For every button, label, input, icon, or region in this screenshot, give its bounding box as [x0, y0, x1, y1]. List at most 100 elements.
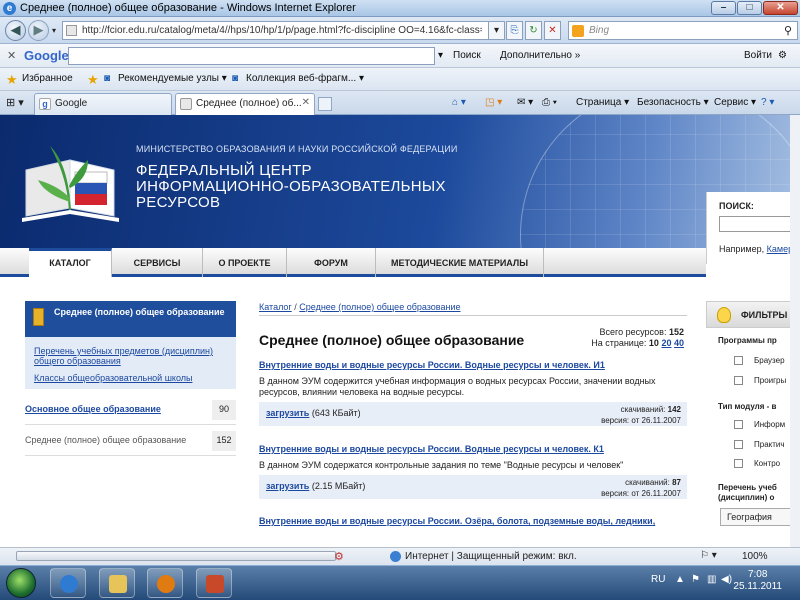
favorites-item-suggested[interactable]: Рекомендуемые узлы ▾: [118, 73, 227, 84]
school-classes-link[interactable]: Классы общеобразовательной школы: [34, 373, 192, 383]
add-favorites-icon[interactable]: ★: [87, 72, 99, 88]
page-title: Среднее (полное) общее образование: [259, 332, 525, 348]
site-search-input[interactable]: [719, 216, 800, 232]
download-link[interactable]: загрузить: [266, 408, 309, 418]
home-icon[interactable]: ⌂ ▾: [452, 97, 466, 108]
per-page-20[interactable]: 20: [661, 338, 671, 348]
favorites-item-webslice[interactable]: Коллекция веб-фрагм... ▾: [246, 73, 364, 84]
google-search-input[interactable]: [68, 47, 435, 65]
filter-subjects-label-2: (дисциплин) о: [718, 493, 775, 502]
stop-icon[interactable]: ✕: [544, 21, 561, 40]
breadcrumb-catalog[interactable]: Каталог: [259, 302, 292, 312]
minimize-button[interactable]: –: [711, 1, 736, 15]
result-description: В данном ЭУМ содержатся контрольные зада…: [259, 460, 624, 470]
clock[interactable]: 7:08 25.11.2011: [733, 569, 782, 593]
search-field[interactable]: Bing ⚲: [568, 21, 798, 40]
download-link[interactable]: загрузить: [266, 481, 309, 491]
site-search-panel: ПОИСК: Например, Камера: [706, 192, 800, 264]
page-viewport[interactable]: МИНИСТЕРСТВО ОБРАЗОВАНИЯ И НАУКИ РОССИЙС…: [0, 115, 800, 547]
subjects-list-link[interactable]: Перечень учебных предметов (дисциплин) о…: [34, 346, 229, 366]
filter-checkbox[interactable]: [734, 420, 743, 429]
menu-catalog[interactable]: КАТАЛОГ: [29, 248, 112, 277]
google-search-button[interactable]: Поиск: [453, 50, 481, 61]
breadcrumb-current[interactable]: Среднее (полное) общее образование: [299, 302, 460, 312]
horizontal-scrollbar[interactable]: [16, 551, 336, 561]
result-meta: скачиваний: 87 версия: от 26.11.2007: [601, 477, 681, 499]
help-icon[interactable]: ? ▾: [761, 97, 774, 108]
result-description: В данном ЭУМ содержится учебная информац…: [259, 376, 656, 397]
level-row-secondary[interactable]: Среднее (полное) общее образование 152: [25, 430, 236, 452]
tab-google[interactable]: g Google: [34, 93, 172, 115]
print-icon[interactable]: ⎙ ▾: [542, 97, 557, 108]
quick-tabs-icon[interactable]: ⊞ ▾: [6, 96, 24, 109]
start-button[interactable]: [6, 568, 36, 598]
taskbar-powerpoint-button[interactable]: [196, 568, 232, 598]
tab-current[interactable]: Среднее (полное) об... ✕: [175, 93, 315, 115]
filter-checkbox[interactable]: [734, 356, 743, 365]
result-title-link[interactable]: Внутренние воды и водные ресурсы России.…: [259, 516, 687, 526]
google-more-button[interactable]: Дополнительно »: [500, 50, 580, 61]
tools-menu[interactable]: Сервис ▾: [714, 97, 756, 108]
breadcrumb-separator: /: [294, 302, 297, 312]
favorites-star-icon[interactable]: ★: [6, 72, 18, 88]
language-indicator[interactable]: RU: [651, 574, 665, 585]
refresh-icon[interactable]: ↻: [525, 21, 542, 40]
vertical-scrollbar[interactable]: [790, 115, 800, 547]
security-report-icon[interactable]: ⚙: [334, 550, 344, 563]
downloads-label: скачиваний:: [625, 478, 670, 487]
menu-forum[interactable]: ФОРУМ: [287, 248, 376, 277]
feeds-icon[interactable]: ◳ ▾: [485, 97, 502, 108]
volume-icon[interactable]: ◀): [721, 574, 732, 585]
result-title-link[interactable]: Внутренние воды и водные ресурсы России.…: [259, 444, 687, 454]
page-menu[interactable]: Страница ▾: [576, 97, 629, 108]
new-tab-button[interactable]: [318, 97, 332, 111]
search-icon[interactable]: ⚲: [784, 24, 792, 37]
book-icon: [33, 308, 44, 326]
menu-methodical[interactable]: МЕТОДИЧЕСКИЕ МАТЕРИАЛЫ: [376, 248, 544, 277]
window-title-bar[interactable]: e Среднее (полное) общее образование - W…: [0, 0, 800, 17]
subject-select[interactable]: География: [720, 508, 798, 526]
level-name[interactable]: Основное общее образование: [25, 404, 161, 414]
compatibility-view-icon[interactable]: ⎘: [506, 21, 523, 40]
google-signin-button[interactable]: Войти: [744, 50, 772, 61]
close-window-button[interactable]: ✕: [763, 1, 798, 15]
taskbar-explorer-button[interactable]: [99, 568, 135, 598]
result-title-link[interactable]: Внутренние воды и водные ресурсы России.…: [259, 360, 687, 370]
close-toolbar-icon[interactable]: ✕: [7, 49, 16, 62]
address-field[interactable]: http://fcior.edu.ru/catalog/meta/4//hps/…: [62, 21, 503, 40]
tray-arrow-icon[interactable]: ▲: [675, 574, 685, 585]
protected-mode-icon[interactable]: ⚐ ▾: [700, 550, 717, 561]
filter-label: Браузер: [754, 356, 785, 365]
close-tab-icon[interactable]: ✕: [302, 97, 310, 108]
maximize-button[interactable]: □: [737, 1, 762, 15]
result-download-bar: загрузить (643 КБайт) скачиваний: 142 ве…: [259, 402, 687, 426]
zoom-level[interactable]: 100%: [742, 551, 768, 562]
back-button[interactable]: ◀: [5, 20, 26, 41]
action-center-icon[interactable]: ⚑: [691, 574, 700, 585]
history-dropdown-icon[interactable]: ▾: [52, 26, 56, 35]
window-title: Среднее (полное) общее образование - Win…: [20, 2, 356, 14]
network-icon[interactable]: ▥: [707, 574, 716, 585]
per-page-40[interactable]: 40: [674, 338, 684, 348]
safety-menu[interactable]: Безопасность ▾: [637, 97, 709, 108]
site-logo[interactable]: [22, 138, 119, 228]
clock-date: 25.11.2011: [733, 581, 782, 592]
filter-checkbox[interactable]: [734, 459, 743, 468]
level-row-basic[interactable]: Основное общее образование 90: [25, 399, 236, 421]
level-name: Среднее (полное) общее образование: [25, 435, 187, 445]
forward-button[interactable]: ▶: [28, 20, 49, 41]
taskbar-media-button[interactable]: [147, 568, 183, 598]
filter-checkbox[interactable]: [734, 376, 743, 385]
total-count: 152: [668, 327, 684, 337]
filter-checkbox[interactable]: [734, 440, 743, 449]
taskbar-ie-button[interactable]: [50, 568, 86, 598]
address-url[interactable]: http://fcior.edu.ru/catalog/meta/4//hps/…: [82, 25, 482, 36]
menu-services[interactable]: СЕРВИСЫ: [112, 248, 203, 277]
downloads-count: 87: [672, 478, 681, 487]
google-search-dropdown-icon[interactable]: ▾: [438, 50, 443, 61]
menu-about[interactable]: О ПРОЕКТЕ: [203, 248, 287, 277]
wrench-icon[interactable]: ⚙: [778, 50, 787, 61]
address-dropdown-icon[interactable]: ▾: [488, 21, 505, 40]
mail-icon[interactable]: ✉ ▾: [517, 97, 533, 108]
favorites-button[interactable]: Избранное: [22, 73, 73, 84]
